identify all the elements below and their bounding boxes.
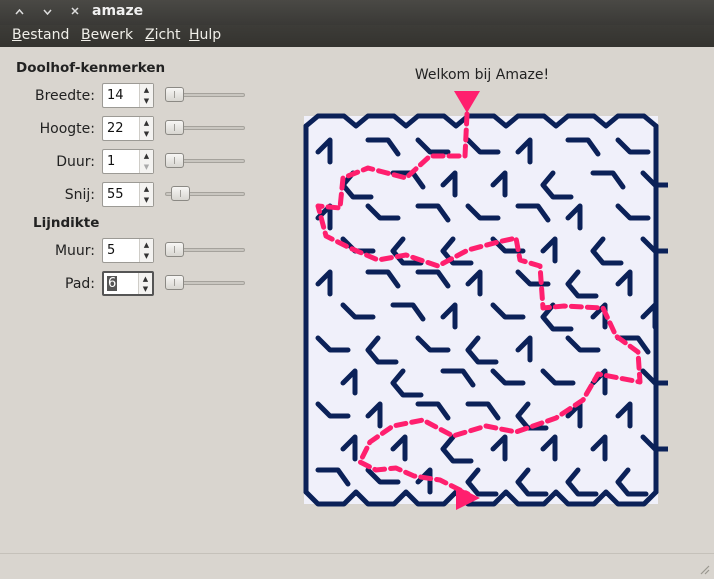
label-height: Hoogte: — [39, 121, 95, 137]
spin-down-icon[interactable]: ▼ — [141, 284, 150, 294]
spin-down-icon[interactable]: ▼ — [142, 96, 151, 106]
spin-up-icon[interactable]: ▲ — [142, 85, 151, 95]
spin-up-icon[interactable]: ▲ — [142, 240, 151, 250]
chevron-down-icon — [43, 9, 52, 16]
welcome-text: Welkom bij Amaze! — [414, 67, 550, 83]
path-spin-arrows: ▲ ▼ — [138, 273, 152, 294]
menu-bestand[interactable]: Bestand — [12, 27, 69, 43]
chevron-up-icon — [15, 8, 24, 15]
slider-handle[interactable] — [165, 120, 184, 135]
spin-down-icon[interactable]: ▼ — [142, 162, 151, 172]
slider-handle[interactable] — [165, 87, 184, 102]
path-spinbox[interactable]: 6 ▲ ▼ — [102, 271, 154, 296]
maze-canvas[interactable] — [298, 90, 668, 510]
menu-bar: Bestand Bewerk Zicht Hulp — [0, 25, 714, 47]
spin-down-icon[interactable]: ▼ — [142, 195, 151, 205]
section-maze-properties: Doolhof-kenmerken — [16, 60, 166, 76]
start-arrow-icon — [454, 91, 480, 113]
menu-zicht[interactable]: Zicht — [145, 27, 181, 43]
label-wall: Muur: — [54, 243, 95, 259]
cut-slider[interactable] — [165, 186, 245, 202]
menu-hulp[interactable]: Hulp — [189, 27, 221, 43]
label-duration: Duur: — [56, 154, 95, 170]
spin-down-icon[interactable]: ▼ — [142, 251, 151, 261]
label-cut: Snij: — [64, 187, 95, 203]
spin-down-icon[interactable]: ▼ — [142, 129, 151, 139]
resize-grip-icon[interactable] — [698, 563, 710, 575]
width-spinbox[interactable]: 14 ▲ ▼ — [102, 83, 154, 108]
close-icon — [70, 7, 79, 15]
spin-up-icon[interactable]: ▲ — [142, 118, 151, 128]
duration-slider[interactable] — [165, 153, 245, 169]
section-line-width: Lijndikte — [33, 215, 100, 231]
cut-spin-arrows: ▲ ▼ — [139, 183, 153, 206]
wall-spin-arrows: ▲ ▼ — [139, 239, 153, 262]
spin-up-icon[interactable]: ▲ — [142, 151, 151, 161]
menu-bewerk[interactable]: Bewerk — [81, 27, 133, 43]
width-spin-arrows: ▲ ▼ — [139, 84, 153, 107]
wall-slider[interactable] — [165, 242, 245, 258]
slider-handle[interactable] — [165, 242, 184, 257]
path-value: 6 — [107, 276, 118, 291]
title-bar: amaze — [0, 0, 714, 25]
spin-up-icon[interactable]: ▲ — [141, 274, 150, 284]
height-slider[interactable] — [165, 120, 245, 136]
window-title: amaze — [92, 3, 144, 19]
cut-spinbox[interactable]: 55 ▲ ▼ — [102, 182, 154, 207]
height-value: 22 — [107, 121, 124, 136]
slider-handle[interactable] — [165, 153, 184, 168]
slider-handle[interactable] — [171, 186, 191, 201]
close-button[interactable] — [64, 3, 85, 21]
label-width: Breedte: — [35, 88, 95, 104]
wall-spinbox[interactable]: 5 ▲ ▼ — [102, 238, 154, 263]
status-bar — [0, 553, 714, 579]
label-path: Pad: — [65, 276, 95, 292]
duration-spin-arrows: ▲ ▼ — [139, 150, 153, 173]
height-spin-arrows: ▲ ▼ — [139, 117, 153, 140]
height-spinbox[interactable]: 22 ▲ ▼ — [102, 116, 154, 141]
duration-value: 1 — [107, 154, 116, 169]
width-slider[interactable] — [165, 87, 245, 103]
slider-handle[interactable] — [165, 275, 184, 290]
path-slider[interactable] — [165, 275, 245, 291]
roll-up-button[interactable] — [9, 3, 30, 21]
cut-value: 55 — [107, 187, 124, 202]
minimize-button[interactable] — [37, 3, 58, 21]
wall-value: 5 — [107, 243, 116, 258]
spin-up-icon[interactable]: ▲ — [142, 184, 151, 194]
duration-spinbox[interactable]: 1 ▲ ▼ — [102, 149, 154, 174]
app-window: amaze Bestand Bewerk Zicht Hulp Doolhof-… — [0, 0, 714, 579]
width-value: 14 — [107, 88, 124, 103]
